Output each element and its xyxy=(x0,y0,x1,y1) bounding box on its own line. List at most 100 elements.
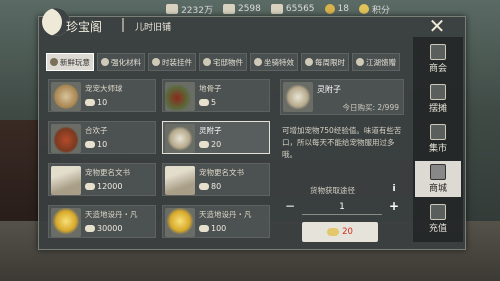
gold-currency: 18 xyxy=(324,4,349,14)
shop-subtitle: 儿时旧铺 xyxy=(135,23,172,33)
tab-label: 每周限时 xyxy=(315,57,345,67)
tab-fresh-items[interactable]: 新鲜玩意 xyxy=(46,53,94,71)
item-thumbnail xyxy=(51,208,81,237)
currency-icon xyxy=(327,228,340,236)
item-price: 5 xyxy=(199,98,216,107)
sidebar-item-stall[interactable]: 摆摊 xyxy=(415,81,461,117)
sidebar-item-label: 集市 xyxy=(428,144,447,154)
item-price-value: 30000 xyxy=(97,224,123,233)
sidebar-item-shop[interactable]: 商城 xyxy=(415,161,461,197)
clock-icon xyxy=(305,58,313,66)
currency-icon xyxy=(85,141,95,148)
detail-thumbnail xyxy=(283,82,313,112)
item-name: 灵附子 xyxy=(199,126,222,135)
tab-fashion[interactable]: 时装挂件 xyxy=(148,53,196,71)
sidebar-item-label: 商城 xyxy=(428,184,447,194)
item-price-value: 10 xyxy=(97,140,108,149)
quantity-value[interactable]: 1 xyxy=(302,200,382,215)
title-area: 珍宝阁 xyxy=(42,8,132,38)
item-card[interactable]: 天造地设丹・凡 100 xyxy=(162,205,270,238)
tab-mount-effects[interactable]: 坐骑特效 xyxy=(250,53,298,71)
item-source-label: 货物获取途径 xyxy=(310,186,355,195)
item-thumbnail xyxy=(165,82,195,111)
sidebar-item-label: 摆摊 xyxy=(428,104,447,114)
tab-residence[interactable]: 宅邸物件 xyxy=(199,53,247,71)
ticket-currency: 2598 xyxy=(222,4,261,14)
item-thumbnail xyxy=(165,166,195,195)
item-name: 宠物更名文书 xyxy=(85,168,130,177)
item-card[interactable]: 宠宠大师球 10 xyxy=(48,79,156,112)
item-thumbnail xyxy=(51,166,81,195)
item-name: 天造地设丹・凡 xyxy=(85,210,138,219)
tab-label: 时装挂件 xyxy=(162,57,192,67)
item-card[interactable]: 宠物更名文书 12000 xyxy=(48,163,156,196)
item-price: 100 xyxy=(199,224,226,233)
quantity-increase-button[interactable]: + xyxy=(386,200,402,214)
item-name: 天造地设丹・凡 xyxy=(199,210,252,219)
gift-icon xyxy=(50,58,58,66)
item-price-value: 20 xyxy=(211,140,222,149)
points-icon xyxy=(358,4,369,14)
tab-weekly-limited[interactable]: 每周限时 xyxy=(301,53,349,71)
points-label: 积分 xyxy=(371,5,390,16)
house-icon xyxy=(203,58,211,66)
clothes-icon xyxy=(152,58,160,66)
item-detail-panel: 灵附子 今日购买: 2/999 可增加宠物750经验值。味道有些苦口，所以每天不… xyxy=(280,79,404,242)
ticket-icon xyxy=(222,4,235,14)
item-card[interactable]: 宠物更名文书 80 xyxy=(162,163,270,196)
points-currency: 积分 xyxy=(358,3,390,16)
tab-enhance-materials[interactable]: 强化材料 xyxy=(97,53,145,71)
item-price: 10 xyxy=(85,140,107,149)
buy-button[interactable]: 20 xyxy=(302,222,378,242)
currency-icon xyxy=(85,183,95,190)
currency-icon xyxy=(199,225,209,232)
item-price: 20 xyxy=(199,140,221,149)
item-thumbnail xyxy=(165,124,195,153)
info-icon[interactable]: i xyxy=(388,183,400,195)
item-price-value: 100 xyxy=(211,224,227,233)
quantity-decrease-button[interactable]: − xyxy=(282,200,298,214)
currency-icon xyxy=(199,141,209,148)
jade-currency: 65565 xyxy=(270,4,315,14)
currency-icon xyxy=(85,225,95,232)
shop-icon xyxy=(430,164,446,180)
stall-icon xyxy=(430,84,446,100)
gold-amount: 18 xyxy=(337,4,349,14)
currency-icon xyxy=(85,99,95,106)
item-card[interactable]: 天造地设丹・凡 30000 xyxy=(48,205,156,238)
sidebar-item-recharge[interactable]: 充值 xyxy=(415,201,461,237)
guild-icon xyxy=(430,44,446,60)
tab-label: 强化材料 xyxy=(111,57,141,67)
ticket-amount: 2598 xyxy=(237,4,261,14)
present-icon xyxy=(356,58,364,66)
item-name: 宠物更名文书 xyxy=(199,168,244,177)
sidebar-item-market[interactable]: 集市 xyxy=(415,121,461,157)
silver-amount: 2232万 xyxy=(181,5,213,16)
tab-label: 宅邸物件 xyxy=(213,57,243,67)
gold-icon xyxy=(324,4,335,14)
item-thumbnail xyxy=(51,82,81,111)
silver-icon xyxy=(166,4,179,14)
shop-sidebar: 商会 摆摊 集市 商城 充值 xyxy=(413,37,463,242)
market-icon xyxy=(430,124,446,140)
item-price-value: 80 xyxy=(211,182,222,191)
horse-icon xyxy=(254,58,262,66)
detail-item-name: 灵附子 xyxy=(317,85,341,94)
item-thumbnail xyxy=(51,124,81,153)
item-card-selected[interactable]: 灵附子 20 xyxy=(162,121,270,154)
detail-header: 灵附子 今日购买: 2/999 xyxy=(280,79,404,115)
buy-price: 20 xyxy=(342,227,353,237)
item-price-value: 10 xyxy=(97,98,108,107)
jade-icon xyxy=(270,4,283,14)
recharge-icon xyxy=(430,204,446,220)
tab-label: 坐骑特效 xyxy=(264,57,294,67)
close-icon[interactable]: ✕ xyxy=(425,14,449,38)
sidebar-item-guild[interactable]: 商会 xyxy=(415,41,461,77)
jade-amount: 65565 xyxy=(285,4,315,14)
category-tabs: 新鲜玩意 强化材料 时装挂件 宅邸物件 坐骑特效 每周限时 江湖馈赠 xyxy=(46,53,406,71)
tab-jianghu-gifts[interactable]: 江湖馈赠 xyxy=(352,53,400,71)
item-card[interactable]: 地骨子 5 xyxy=(162,79,270,112)
item-price: 80 xyxy=(199,182,221,191)
subtitle-divider xyxy=(122,18,132,32)
item-card[interactable]: 合欢子 10 xyxy=(48,121,156,154)
